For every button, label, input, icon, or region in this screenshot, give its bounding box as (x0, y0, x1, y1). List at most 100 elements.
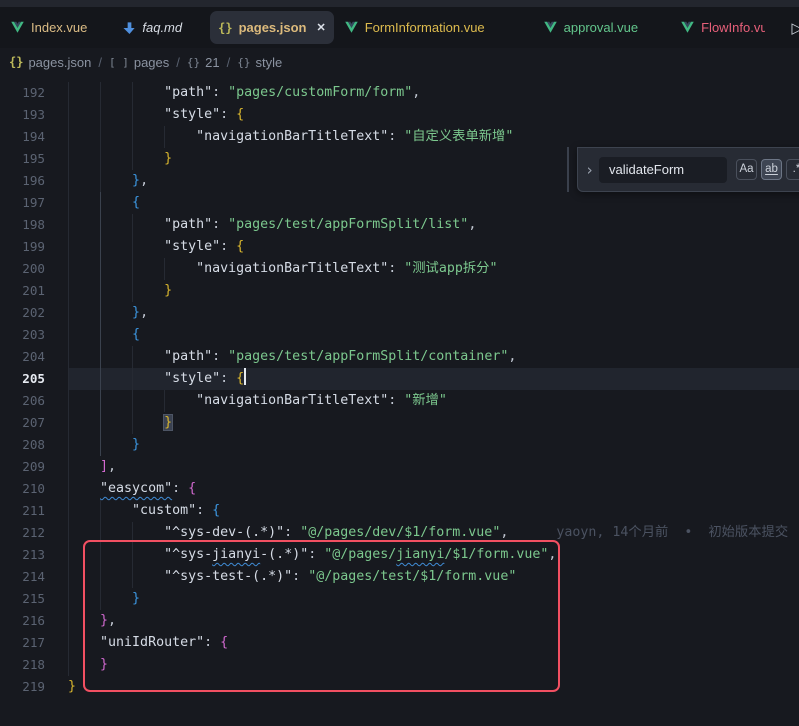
tab-index-vue[interactable]: Index.vue (2, 11, 95, 44)
code-line[interactable]: 206 "navigationBarTitleText": "新增" (0, 390, 799, 412)
code-line[interactable]: 205 "style": { (0, 368, 799, 390)
code-line[interactable]: 207 } (0, 412, 799, 434)
line-number[interactable]: 194 (0, 126, 45, 148)
match-case-button[interactable]: Aa (736, 159, 757, 180)
code-content[interactable]: "path": "pages/test/appFormSplit/contain… (68, 346, 799, 368)
code-content[interactable]: "style": { (68, 368, 799, 390)
code-content[interactable]: "^sys-jianyi-(.*)": "@/pages/jianyi/$1/f… (68, 544, 799, 566)
code-content[interactable]: "path": "pages/test/appFormSplit/list", (68, 214, 799, 236)
line-number[interactable]: 195 (0, 148, 45, 170)
line-number[interactable]: 196 (0, 170, 45, 192)
whole-word-button[interactable]: ab (761, 159, 782, 180)
line-number[interactable]: 205 (0, 368, 45, 390)
line-number[interactable]: 206 (0, 390, 45, 412)
code-line[interactable]: 192 "path": "pages/customForm/form", (0, 82, 799, 104)
code-content[interactable]: "^sys-dev-(.*)": "@/pages/dev/$1/form.vu… (68, 522, 799, 544)
line-number[interactable]: 200 (0, 258, 45, 280)
code-line[interactable]: 193 "style": { (0, 104, 799, 126)
line-number[interactable]: 207 (0, 412, 45, 434)
code-content[interactable]: "navigationBarTitleText": "测试app拆分" (68, 258, 799, 280)
breadcrumb-item-pages-json[interactable]: {}pages.json (9, 55, 91, 70)
code-content[interactable]: "custom": { (68, 500, 799, 522)
tab-flowinfo-vue[interactable]: FlowInfo.vue (672, 11, 773, 44)
line-number[interactable]: 197 (0, 192, 45, 214)
code-line[interactable]: 210 "easycom": { (0, 478, 799, 500)
line-number[interactable]: 193 (0, 104, 45, 126)
code-content[interactable]: "style": { (68, 236, 799, 258)
line-number[interactable]: 198 (0, 214, 45, 236)
code-content[interactable]: } (68, 412, 799, 434)
code-line[interactable]: 217 "uniIdRouter": { (0, 632, 799, 654)
code-line[interactable]: 202 }, (0, 302, 799, 324)
code-content[interactable]: "style": { (68, 104, 799, 126)
code-line[interactable]: 216 }, (0, 610, 799, 632)
code-line[interactable]: 213 "^sys-jianyi-(.*)": "@/pages/jianyi/… (0, 544, 799, 566)
tab-close-button[interactable]: ✕ (317, 21, 326, 34)
code-content[interactable]: } (68, 654, 799, 676)
line-number[interactable]: 219 (0, 676, 45, 698)
regex-button[interactable]: .* (786, 159, 799, 180)
code-line[interactable]: 198 "path": "pages/test/appFormSplit/lis… (0, 214, 799, 236)
line-number[interactable]: 204 (0, 346, 45, 368)
line-number[interactable]: 216 (0, 610, 45, 632)
code-content[interactable]: } (68, 434, 799, 456)
code-content[interactable]: }, (68, 610, 799, 632)
code-line[interactable]: 208 } (0, 434, 799, 456)
code-line[interactable]: 201 } (0, 280, 799, 302)
code-content[interactable]: { (68, 192, 799, 214)
code-line[interactable]: 197 { (0, 192, 799, 214)
breadcrumb-item-pages[interactable]: [ ]pages (109, 55, 169, 70)
find-input[interactable] (599, 157, 727, 183)
code-content[interactable]: "uniIdRouter": { (68, 632, 799, 654)
code-line[interactable]: 212 "^sys-dev-(.*)": "@/pages/dev/$1/for… (0, 522, 799, 544)
code-line[interactable]: 203 { (0, 324, 799, 346)
code-content[interactable]: "navigationBarTitleText": "自定义表单新增" (68, 126, 799, 148)
code-line[interactable]: 219} (0, 676, 799, 698)
code-line[interactable]: 209 ], (0, 456, 799, 478)
line-number[interactable]: 199 (0, 236, 45, 258)
code-content[interactable]: } (68, 588, 799, 610)
line-number[interactable]: 218 (0, 654, 45, 676)
line-number[interactable]: 202 (0, 302, 45, 324)
code-content[interactable]: } (68, 280, 799, 302)
code-content[interactable]: { (68, 324, 799, 346)
code-content[interactable]: "easycom": { (68, 478, 799, 500)
code-content[interactable]: ], (68, 456, 799, 478)
code-content[interactable]: "path": "pages/customForm/form", (68, 82, 799, 104)
code-line[interactable]: 194 "navigationBarTitleText": "自定义表单新增" (0, 126, 799, 148)
line-number[interactable]: 214 (0, 566, 45, 588)
line-number[interactable]: 201 (0, 280, 45, 302)
tab-faq-md[interactable]: faq.md (115, 11, 190, 44)
line-number[interactable]: 208 (0, 434, 45, 456)
code-content[interactable]: } (68, 676, 799, 698)
code-line[interactable]: 211 "custom": { (0, 500, 799, 522)
line-number[interactable]: 192 (0, 82, 45, 104)
tab-approval-vue[interactable]: approval.vue (535, 11, 646, 44)
code-line[interactable]: 204 "path": "pages/test/appFormSplit/con… (0, 346, 799, 368)
line-number[interactable]: 211 (0, 500, 45, 522)
tab-pages-json[interactable]: {}pages.json✕ (210, 11, 334, 44)
breadcrumb-item-style[interactable]: {}style (237, 55, 282, 70)
code-content[interactable]: }, (68, 302, 799, 324)
line-number[interactable]: 209 (0, 456, 45, 478)
line-number[interactable]: 212 (0, 522, 45, 544)
line-number[interactable]: 217 (0, 632, 45, 654)
find-widget-sash[interactable] (567, 147, 569, 192)
code-line[interactable]: 218 } (0, 654, 799, 676)
line-number[interactable]: 210 (0, 478, 45, 500)
code-line[interactable]: 214 "^sys-test-(.*)": "@/pages/test/$1/f… (0, 566, 799, 588)
find-expand-chevron-icon[interactable]: › (585, 161, 599, 179)
code-line[interactable]: 199 "style": { (0, 236, 799, 258)
editor[interactable]: 192 "path": "pages/customForm/form",193 … (0, 76, 799, 726)
line-number[interactable]: 203 (0, 324, 45, 346)
run-icon[interactable]: ▷ (791, 19, 799, 37)
code-line[interactable]: 215 } (0, 588, 799, 610)
line-number[interactable]: 215 (0, 588, 45, 610)
code-line[interactable]: 200 "navigationBarTitleText": "测试app拆分" (0, 258, 799, 280)
line-number[interactable]: 213 (0, 544, 45, 566)
breadcrumb-item-21[interactable]: {}21 (187, 55, 220, 70)
code-content[interactable]: "navigationBarTitleText": "新增" (68, 390, 799, 412)
code-content[interactable]: "^sys-test-(.*)": "@/pages/test/$1/form.… (68, 566, 799, 588)
tab-forminformation-vue[interactable]: FormInformation.vue (336, 11, 493, 44)
tab-list: Index.vue faq.md {}pages.json✕FormInformat… (0, 7, 773, 48)
